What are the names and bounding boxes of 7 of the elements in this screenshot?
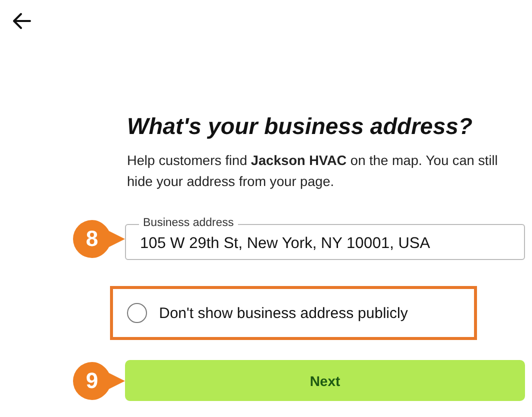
step-badge: 9 (73, 362, 125, 400)
step-badge: 8 (73, 220, 125, 258)
page-heading: What's your business address? (127, 113, 474, 140)
description-text: Help customers find Jackson HVAC on the map. You can still hide your address from your page. (127, 152, 499, 191)
next-button[interactable]: Next (125, 360, 525, 401)
option-label: Don't show business address publicly (159, 304, 408, 322)
radio-button[interactable] (127, 303, 147, 323)
